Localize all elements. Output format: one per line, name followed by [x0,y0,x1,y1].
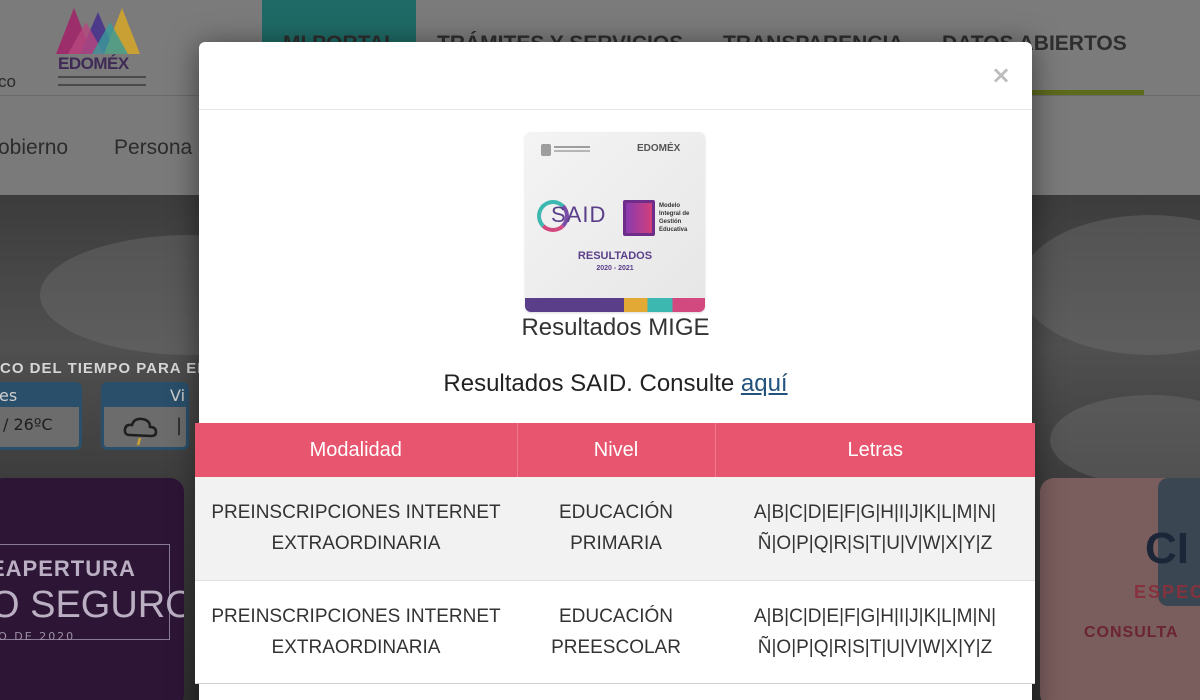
logo-tagline [58,76,146,86]
cell-letras[interactable]: A|B|C|D|E|F|G|H|I|J|K|L|M|N| Ñ|O|P|Q|R|S|… [715,579,1035,684]
said-link[interactable]: aquí [741,370,788,397]
weather-card[interactable]: Vie | [101,382,189,450]
cell-nivel: EDUCACIÓN PREESCOLAR [517,579,715,684]
subnav-gobierno[interactable]: obierno [0,136,68,160]
cell-line: EXTRAORDINARIA [271,636,441,658]
cell-modalidad: PREINSCRIPCIONES INTERNET EXTRAORDINARIA [195,579,517,684]
cell-line: EDUCACIÓN [558,502,673,524]
image-caption: Resultados MIGE [521,314,710,341]
weather-card-temp: / 26ºC [3,415,53,434]
modal-header: × [199,42,1032,110]
weather-card-temp: | [176,415,183,436]
logo-wordmark: EDOMÉX [58,54,129,73]
book-icon [623,200,655,236]
cell-line: EDUCACIÓN [558,605,673,627]
said-results-image[interactable]: EDOMÉX SAID Modelo Integral de Gestión E… [525,132,705,312]
edomex-logo-mark-icon [56,8,140,54]
header-left-text: co [0,72,16,91]
said-logo-word: SAID [551,202,607,227]
card-book-text: Modelo Integral de Gestión Educativa [659,203,690,233]
cell-line[interactable]: Ñ|O|P|Q|R|S|T|U|V|W|X|Y|Z [758,533,992,554]
said-consult-line: Resultados SAID. Consulte aquí [199,370,1032,398]
cell-line[interactable]: A|B|C|D|E|F|G|H|I|J|K|L|M|N| [754,606,996,627]
said-logo-icon: SAID [537,198,609,234]
card-color-bar [525,298,705,312]
table-header-row: Modalidad Nivel Letras [195,423,1035,477]
cell-line: PREESCOLAR [551,636,681,658]
banner-title: CI [1145,524,1189,573]
banner-reapertura[interactable]: EAPERTURA O SEGURO YO DE 2020 [0,478,184,700]
table-row: PREINSCRIPCIONES INTERNET EXTRAORDINARIA … [195,579,1035,684]
weather-card[interactable]: es / 26ºC [0,382,82,450]
weather-card-day: es [0,385,79,407]
banner-headline: EAPERTURA [0,556,136,581]
cell-line: PREINSCRIPCIONES INTERNET [211,605,501,627]
weather-card-day: Vie [104,385,186,407]
results-table: Modalidad Nivel Letras PREINSCRIPCIONES … [195,423,1035,684]
results-modal: × EDOMÉX SAID Modelo Integral de Gestión… [195,42,1035,700]
banner-consulta[interactable]: CI ESPEC CONSULTA [1040,478,1200,700]
banner-cta: CONSULTA [1084,624,1179,641]
cloud-shape [1020,215,1200,355]
said-consult-text: Resultados SAID. Consulte [443,370,741,397]
banner-date: YO DE 2020 [0,630,76,643]
edomex-logo[interactable]: EDOMÉX [52,4,152,92]
cell-modalidad: PREINSCRIPCIONES INTERNET EXTRAORDINARIA [195,477,517,580]
header-nivel: Nivel [517,423,716,477]
banner-subheadline: O SEGURO [0,584,184,626]
card-year: 2020 - 2021 [596,265,634,272]
cell-letras[interactable]: A|B|C|D|E|F|G|H|I|J|K|L|M|N| Ñ|O|P|Q|R|S|… [715,477,1035,580]
card-brand: EDOMÉX [637,143,681,154]
cell-line: EXTRAORDINARIA [271,533,441,555]
subnav-personas[interactable]: Persona [114,136,192,160]
government-logo-icon [541,144,591,156]
cloud-shape [1050,395,1200,485]
cell-nivel: EDUCACIÓN PRIMARIA [517,477,715,580]
weather-title: CO DEL TIEMPO PARA EL V [0,360,224,377]
close-button[interactable]: × [990,60,1012,90]
cell-line: PREINSCRIPCIONES INTERNET [211,502,501,524]
cell-line[interactable]: A|B|C|D|E|F|G|H|I|J|K|L|M|N| [754,502,996,523]
header-modalidad: Modalidad [195,423,518,477]
cell-line[interactable]: Ñ|O|P|Q|R|S|T|U|V|W|X|Y|Z [758,637,992,658]
cloud-rain-icon [122,415,162,447]
header-letras: Letras [715,423,1035,477]
banner-subtitle: ESPEC [1134,582,1200,602]
cell-line: PRIMARIA [570,533,662,555]
card-results-word: RESULTADOS [577,250,653,262]
table-row: PREINSCRIPCIONES INTERNET EXTRAORDINARIA … [195,477,1035,580]
